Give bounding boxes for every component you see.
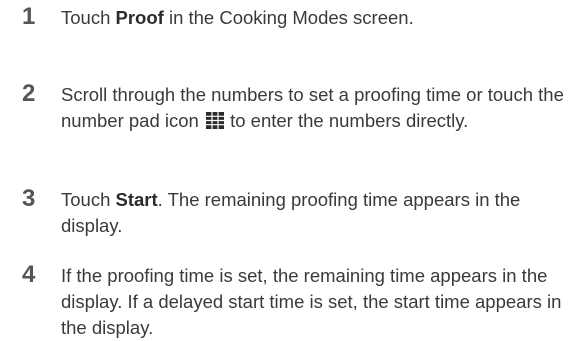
step-number: 1 [22,3,36,30]
step-number: 4 [22,261,36,288]
step-text: If the proofing time is set, the remaini… [61,265,562,338]
step-text: Touch Proof in the Cooking Modes screen. [61,7,414,28]
proof-mode-label: Proof [115,7,164,28]
step-number: 2 [22,80,36,107]
number-pad-icon [205,112,224,129]
step-text: Touch Start. The remaining proofing time… [61,189,521,236]
step-number: 3 [22,185,36,212]
step-text: Scroll through the numbers to set a proo… [61,84,564,131]
start-label: Start [115,189,158,210]
